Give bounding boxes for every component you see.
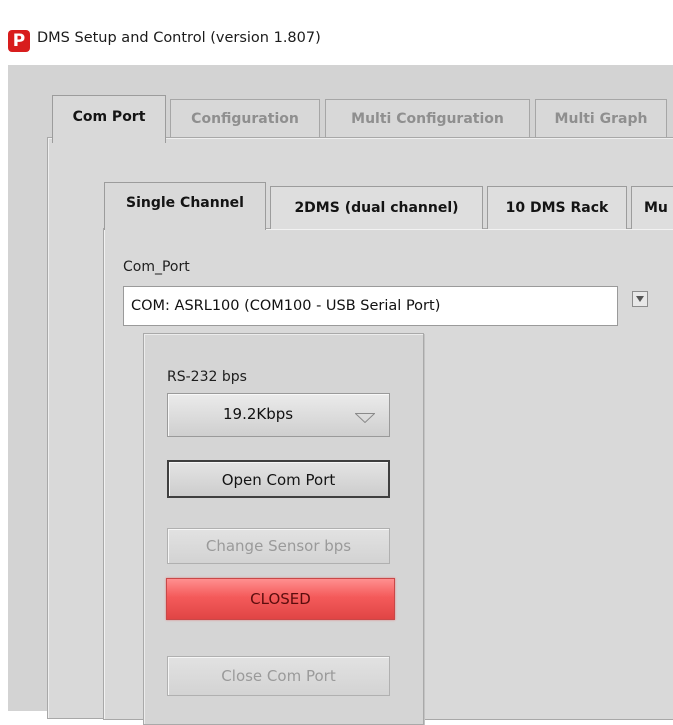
tab-label: Com Port [72,109,146,125]
tab-multi-configuration[interactable]: Multi Configuration [325,99,530,137]
com-port-label: Com_Port [123,259,190,275]
port-status-indicator: CLOSED [166,578,395,620]
tab-label: Single Channel [126,195,244,211]
tab-configuration[interactable]: Configuration [170,99,320,137]
com-port-combobox[interactable]: COM: ASRL100 (COM100 - USB Serial Port) [123,286,618,326]
window-title: DMS Setup and Control (version 1.807) [37,30,321,46]
dropdown-triangle-icon [355,413,375,423]
title-bar: P DMS Setup and Control (version 1.807) [0,0,673,64]
tab-com-port[interactable]: Com Port [52,95,166,143]
tab-10-dms-rack[interactable]: 10 DMS Rack [487,186,627,229]
tab-label: 2DMS (dual channel) [294,200,459,216]
tab-label: Multi Configuration [351,111,504,127]
com-port-dropdown-button[interactable] [632,291,648,307]
tab-label: Mu [644,200,668,216]
chevron-down-icon [636,296,644,302]
com-port-value: COM: ASRL100 (COM100 - USB Serial Port) [131,298,441,314]
tab-single-channel[interactable]: Single Channel [104,182,266,230]
change-sensor-bps-button[interactable]: Change Sensor bps [167,528,390,564]
tab-label: Multi Graph [554,111,648,127]
bps-selector[interactable]: 19.2Kbps [167,393,390,437]
rs232-bps-label: RS-232 bps [167,369,247,385]
tab-2dms-dual-channel[interactable]: 2DMS (dual channel) [270,186,483,229]
open-com-port-button[interactable]: Open Com Port [167,460,390,498]
app-logo-icon: P [8,30,30,52]
tab-more-truncated[interactable]: Mu [631,186,673,229]
tab-label: 10 DMS Rack [505,200,609,216]
tab-multi-graph[interactable]: Multi Graph [535,99,667,137]
close-com-port-button[interactable]: Close Com Port [167,656,390,696]
bps-value: 19.2Kbps [223,405,294,423]
tab-label: Configuration [191,111,299,127]
